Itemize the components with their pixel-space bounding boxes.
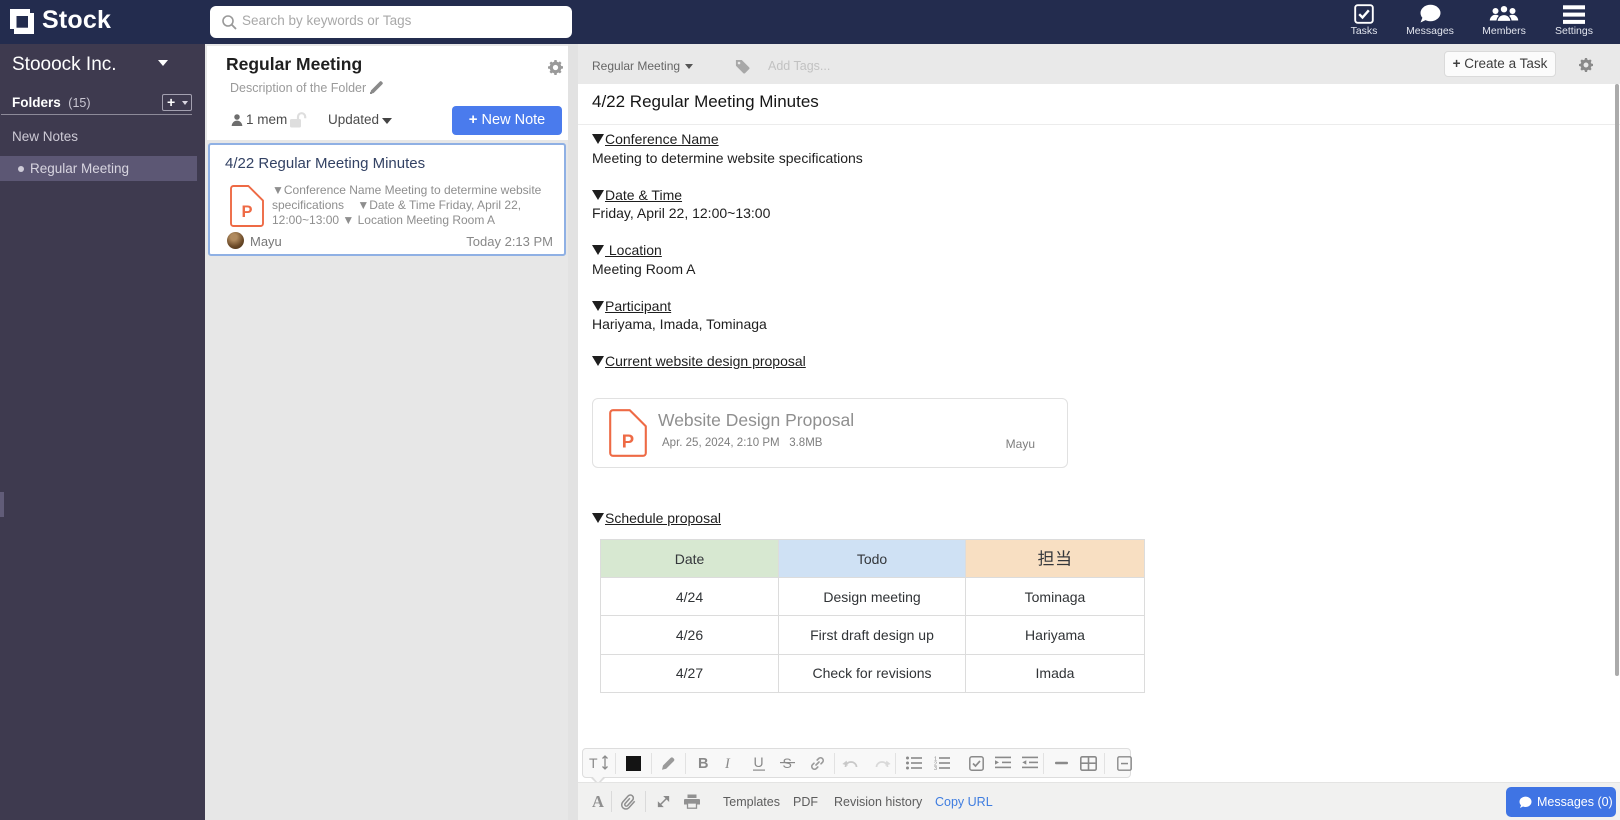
svg-text:T: T: [589, 755, 598, 771]
svg-text:P: P: [242, 203, 253, 221]
svg-text:B: B: [698, 756, 708, 771]
svg-text:P: P: [622, 431, 634, 452]
svg-text:I: I: [724, 756, 731, 771]
svg-text:U: U: [754, 755, 764, 770]
svg-text:3: 3: [934, 766, 937, 770]
